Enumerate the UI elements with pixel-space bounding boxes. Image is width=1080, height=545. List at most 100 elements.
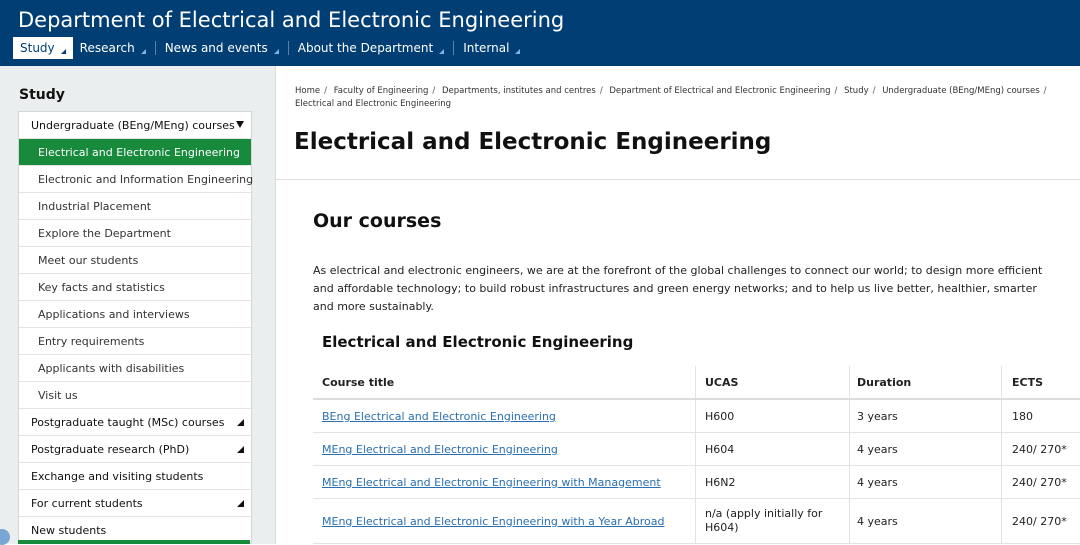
department-title[interactable]: Department of Electrical and Electronic …: [18, 8, 564, 32]
nav-news-and-events[interactable]: News and events: [158, 37, 286, 59]
duration-cell: 3 years: [850, 400, 1002, 432]
breadcrumb-link[interactable]: Study: [844, 86, 869, 96]
menu-triangle-icon: [273, 48, 279, 54]
ects-cell: 180: [1012, 409, 1033, 423]
breadcrumb: Home / Faculty of Engineering / Department…: [295, 86, 1047, 109]
course-title-cell: MEng Electrical and Electronic Engineeri…: [313, 499, 696, 543]
sidebar-item-label: Key facts and statistics: [38, 280, 165, 294]
sidebar-item-label: Postgraduate research (PhD): [31, 442, 190, 456]
column-header: Duration: [850, 366, 1002, 398]
sidebar-item-label: Exchange and visiting students: [31, 469, 204, 483]
course-link[interactable]: MEng Electrical and Electronic Engineeri…: [322, 476, 661, 489]
breadcrumb-link[interactable]: Undergraduate (BEng/MEng) courses: [882, 86, 1039, 96]
caret-icon: [237, 419, 244, 426]
ects-cell: 240/ 270*: [1012, 475, 1067, 489]
sidebar-item-visit-us[interactable]: Visit us: [19, 382, 251, 409]
sidebar-title: Study: [19, 87, 65, 103]
table-header-row: Course title UCAS Duration ECTS: [313, 366, 1080, 400]
course-title-cell: MEng Electrical and Electronic Engineeri…: [313, 466, 696, 498]
nav-internal[interactable]: Internal: [456, 37, 527, 59]
sidebar-item-meet-our-students[interactable]: Meet our students: [19, 247, 251, 274]
breadcrumb-link[interactable]: Home: [295, 86, 320, 96]
sidebar-item-exchange-and-visiting[interactable]: Exchange and visiting students: [19, 463, 251, 490]
divider: [276, 179, 1080, 180]
sidebar-item-entry-requirements[interactable]: Entry requirements: [19, 328, 251, 355]
nav-divider: [154, 41, 156, 55]
site-header: Department of Electrical and Electronic …: [0, 0, 1080, 66]
duration-cell: 4 years: [850, 433, 1002, 465]
sidebar-item-explore-the-department[interactable]: Explore the Department: [19, 220, 251, 247]
nav-label: Research: [79, 41, 135, 55]
caret-icon: [237, 446, 244, 453]
ects-cell: 240/ 270*: [1012, 442, 1067, 456]
sidebar-item-label: Explore the Department: [38, 226, 171, 240]
caret-down-icon: [236, 121, 244, 128]
column-header: ECTS: [1012, 375, 1044, 389]
nav-divider: [453, 41, 455, 55]
sidebar-accent-bar: [18, 540, 250, 544]
ucas-cell: n/a (apply initially for H604): [696, 499, 850, 543]
table-row: MEng Electrical and Electronic Engineeri…: [313, 499, 1080, 544]
nav-study[interactable]: Study: [13, 37, 73, 59]
menu-triangle-icon: [60, 48, 66, 54]
table-row: MEng Electrical and Electronic Engineeri…: [313, 466, 1080, 499]
sidebar-item-applicants-with-disabilities[interactable]: Applicants with disabilities: [19, 355, 251, 382]
course-link[interactable]: BEng Electrical and Electronic Engineeri…: [322, 410, 556, 423]
ects-cell: 240/ 270*: [1012, 514, 1067, 528]
caret-icon: [237, 500, 244, 507]
menu-triangle-icon: [515, 48, 521, 54]
sidebar-item-applications[interactable]: Applications and interviews: [19, 301, 251, 328]
courses-table: Course title UCAS Duration ECTS BEng Ele…: [313, 366, 1080, 544]
ucas-cell: H600: [696, 400, 850, 432]
ucas-cell: H6N2: [696, 466, 850, 498]
section-title: Our courses: [313, 210, 442, 232]
course-link[interactable]: MEng Electrical and Electronic Engineeri…: [322, 443, 558, 456]
sidebar-item-label: Electrical and Electronic Engineering: [38, 145, 240, 159]
sidebar-item-postgraduate-research[interactable]: Postgraduate research (PhD): [19, 436, 251, 463]
course-link[interactable]: MEng Electrical and Electronic Engineeri…: [322, 515, 664, 528]
sidebar-item-label: Applicants with disabilities: [38, 361, 185, 375]
page-title: Electrical and Electronic Engineering: [294, 129, 772, 155]
nav-about-the-department[interactable]: About the Department: [291, 37, 451, 59]
column-header: Course title: [313, 366, 696, 398]
sidebar-item-label: Undergraduate (BEng/MEng) courses: [31, 118, 235, 132]
course-title-cell: MEng Electrical and Electronic Engineeri…: [313, 433, 696, 465]
sidebar-item-undergraduate[interactable]: Undergraduate (BEng/MEng) courses: [19, 112, 251, 139]
nav-label: Internal: [463, 41, 510, 55]
sidebar-item-electrical-and-electronic-engineering[interactable]: Electrical and Electronic Engineering: [19, 139, 251, 166]
sidebar-item-electronic-and-information-engineering[interactable]: Electronic and Information Engineering: [19, 166, 254, 193]
duration-cell: 4 years: [850, 499, 1002, 543]
nav-label: About the Department: [297, 41, 434, 55]
sidebar-item-label: Entry requirements: [38, 334, 145, 348]
sidebar-menu: Undergraduate (BEng/MEng) courses Electr…: [18, 111, 254, 544]
sidebar-item-label: New students: [31, 523, 107, 537]
nav-label: Study: [20, 41, 55, 55]
sidebar-item-label: Visit us: [38, 388, 78, 402]
table-row: MEng Electrical and Electronic Engineeri…: [313, 433, 1080, 466]
duration-cell: 4 years: [850, 466, 1002, 498]
breadcrumb-current: Electrical and Electronic Engineering: [295, 99, 452, 109]
top-navigation: Study Research News and events About the…: [13, 37, 527, 59]
table-heading: Electrical and Electronic Engineering: [322, 333, 634, 351]
sidebar-item-key-facts[interactable]: Key facts and statistics: [19, 274, 251, 301]
sidebar-item-for-current-students[interactable]: For current students: [19, 490, 251, 517]
sidebar-item-label: Postgraduate taught (MSc) courses: [31, 415, 225, 429]
breadcrumb-link[interactable]: Faculty of Engineering: [334, 86, 429, 96]
nav-research[interactable]: Research: [73, 37, 153, 59]
nav-label: News and events: [164, 41, 268, 55]
breadcrumb-link[interactable]: Department of Electrical and Electronic …: [609, 86, 830, 96]
sidebar-item-postgraduate-taught[interactable]: Postgraduate taught (MSc) courses: [19, 409, 251, 436]
sidebar-item-industrial-placement[interactable]: Industrial Placement: [19, 193, 251, 220]
ucas-cell: H604: [696, 433, 850, 465]
table-row: BEng Electrical and Electronic Engineeri…: [313, 400, 1080, 433]
sidebar-item-label: Applications and interviews: [38, 307, 190, 321]
course-title-cell: BEng Electrical and Electronic Engineeri…: [313, 400, 696, 432]
breadcrumb-link[interactable]: Departments, institutes and centres: [442, 86, 596, 96]
menu-triangle-icon: [140, 48, 146, 54]
column-header: UCAS: [696, 366, 850, 398]
sidebar-item-label: Electronic and Information Engineering: [38, 172, 254, 186]
nav-divider: [287, 41, 289, 55]
sidebar-item-label: Meet our students: [38, 253, 139, 267]
menu-triangle-icon: [439, 48, 445, 54]
intro-paragraph: As electrical and electronic engineers, …: [313, 264, 1043, 313]
